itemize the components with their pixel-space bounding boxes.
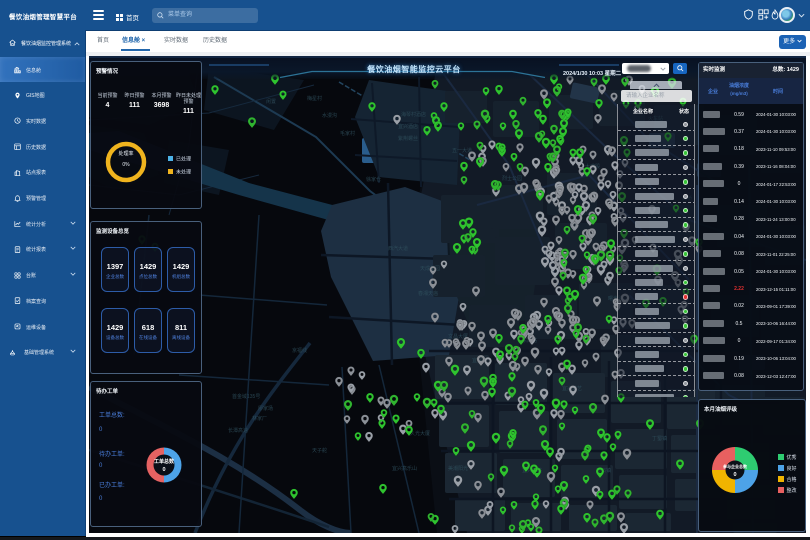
svg-text:毛家村: 毛家村 bbox=[340, 130, 355, 137]
svg-text:天子舵: 天子舵 bbox=[312, 447, 327, 454]
svg-text:长潭高速: 长潭高速 bbox=[228, 427, 248, 434]
svg-text:梅星村: 梅星村 bbox=[307, 95, 322, 102]
svg-text:宜兴高乐山: 宜兴高乐山 bbox=[392, 465, 417, 472]
svg-text:烈士公园: 烈士公园 bbox=[502, 175, 522, 182]
svg-text:海琴村酒店: 海琴村酒店 bbox=[401, 111, 426, 118]
svg-text:西汽大道: 西汽大道 bbox=[388, 245, 408, 252]
svg-text:首金域135号: 首金域135号 bbox=[232, 393, 260, 400]
svg-text:宜兴酒店: 宜兴酒店 bbox=[398, 123, 418, 130]
svg-text:春湘天庙: 春湘天庙 bbox=[418, 290, 438, 297]
svg-text:紫荆螺丝: 紫荆螺丝 bbox=[398, 135, 418, 142]
svg-text:久光大厦: 久光大厦 bbox=[410, 430, 430, 437]
svg-text:京福线: 京福线 bbox=[292, 347, 307, 354]
svg-text:水漫沟: 水漫沟 bbox=[322, 112, 337, 119]
svg-text:丁蜀镇: 丁蜀镇 bbox=[652, 435, 667, 442]
svg-text:闲置: 闲置 bbox=[266, 98, 276, 105]
svg-text:美潮阳光: 美潮阳光 bbox=[448, 465, 468, 472]
svg-text:徐家仓: 徐家仓 bbox=[366, 176, 381, 183]
svg-text:林家厂: 林家厂 bbox=[252, 415, 267, 422]
svg-text:廖家场: 廖家场 bbox=[258, 405, 273, 412]
